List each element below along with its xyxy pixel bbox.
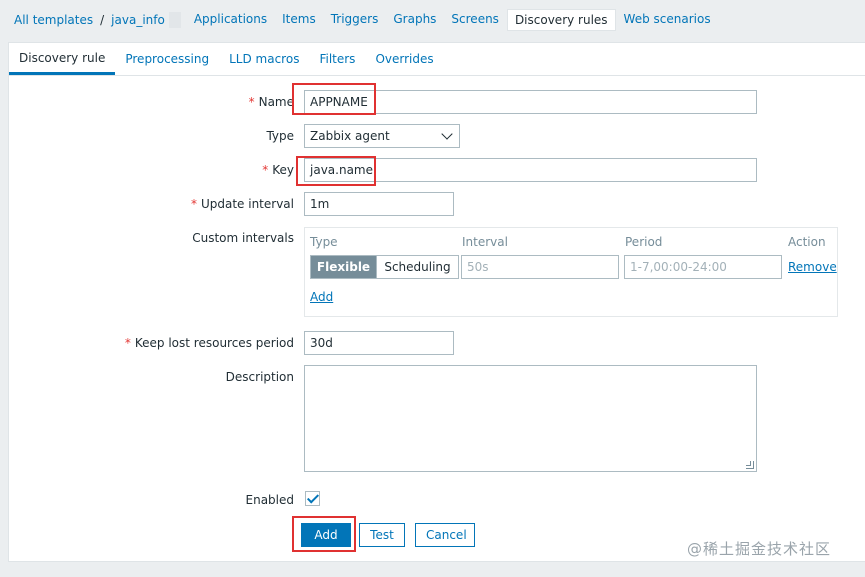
cancel-button[interactable]: Cancel xyxy=(415,523,475,547)
ci-header-action: Action xyxy=(788,235,826,249)
type-label: Type xyxy=(266,129,294,143)
tab-web-scenarios[interactable]: Web scenarios xyxy=(617,9,718,31)
description-textarea[interactable] xyxy=(304,365,757,472)
test-button[interactable]: Test xyxy=(359,523,405,547)
ci-interval-input[interactable]: 50s xyxy=(461,255,619,279)
watermark: @稀土掘金技术社区 xyxy=(687,540,832,558)
subtab-preprocessing[interactable]: Preprocessing xyxy=(115,43,219,75)
description-label: Description xyxy=(225,370,294,384)
ci-header-type: Type xyxy=(310,235,338,249)
flexible-option[interactable]: Flexible xyxy=(311,256,376,278)
name-label: * Name xyxy=(248,95,294,109)
update-interval-input[interactable]: 1m xyxy=(304,192,454,216)
custom-intervals-table: Type Interval Period Action Flexible Sch… xyxy=(304,227,838,317)
type-select-value: Zabbix agent xyxy=(310,129,390,143)
redacted-mark xyxy=(168,12,181,28)
keep-lost-label: * Keep lost resources period xyxy=(124,336,294,350)
enabled-checkbox[interactable] xyxy=(305,491,320,506)
scheduling-option[interactable]: Scheduling xyxy=(376,256,458,278)
tab-applications[interactable]: Applications xyxy=(187,9,274,31)
breadcrumb-template[interactable]: java_info xyxy=(105,9,171,31)
update-interval-label: * Update interval xyxy=(190,197,294,211)
tab-triggers[interactable]: Triggers xyxy=(324,9,386,31)
breadcrumb-all-templates[interactable]: All templates xyxy=(8,9,99,31)
form-panel: Discovery rule Preprocessing LLD macros … xyxy=(8,42,865,562)
name-input[interactable]: APPNAME xyxy=(304,90,757,114)
enabled-label: Enabled xyxy=(245,493,295,507)
subtab-overrides[interactable]: Overrides xyxy=(365,43,443,75)
required-mark: * xyxy=(248,95,255,109)
tab-graphs[interactable]: Graphs xyxy=(386,9,443,31)
ci-header-interval: Interval xyxy=(462,235,508,249)
keep-lost-input[interactable]: 30d xyxy=(304,331,454,355)
tab-items[interactable]: Items xyxy=(275,9,323,31)
custom-intervals-label: Custom intervals xyxy=(192,231,294,245)
subtab-discovery-rule[interactable]: Discovery rule xyxy=(9,43,116,75)
add-button[interactable]: Add xyxy=(301,523,351,547)
ci-period-input[interactable]: 1-7,00:00-24:00 xyxy=(624,255,782,279)
subtab-filters[interactable]: Filters xyxy=(309,43,365,75)
ci-remove-link[interactable]: Remove xyxy=(788,260,837,274)
tab-discovery-rules[interactable]: Discovery rules xyxy=(506,9,616,31)
form-subtabs: Discovery rule Preprocessing LLD macros … xyxy=(9,43,865,76)
resize-grip-icon[interactable] xyxy=(746,461,754,469)
type-select[interactable]: Zabbix agent xyxy=(304,124,460,148)
key-input[interactable]: java.name xyxy=(304,158,757,182)
chevron-down-icon xyxy=(441,128,453,140)
ci-header-period: Period xyxy=(625,235,663,249)
ci-add-link[interactable]: Add xyxy=(310,290,333,304)
tab-screens[interactable]: Screens xyxy=(444,9,506,31)
subtab-lld-macros[interactable]: LLD macros xyxy=(219,43,309,75)
ci-type-toggle: Flexible Scheduling xyxy=(310,255,459,279)
key-label: * Key xyxy=(262,163,294,177)
header-nav: All templates / java_info Applications I… xyxy=(0,0,865,40)
